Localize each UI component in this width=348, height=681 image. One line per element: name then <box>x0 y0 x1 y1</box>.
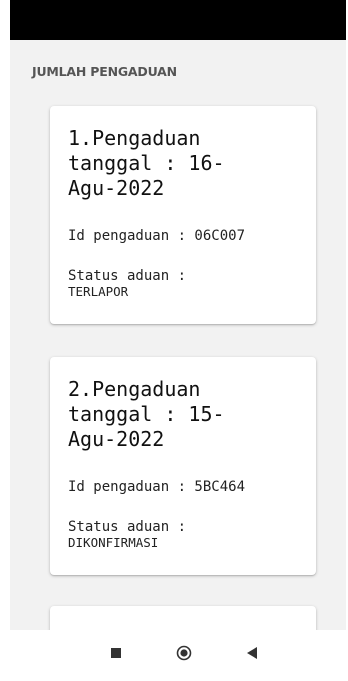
complaint-status-label: Status aduan : <box>68 268 187 284</box>
recent-apps-button[interactable] <box>106 643 126 663</box>
complaint-status-value: TERLAPOR <box>68 284 129 299</box>
complaint-id: Id pengaduan : 5BC464 <box>68 479 246 495</box>
complaint-status-value: DIKONFIRMASI <box>68 535 159 550</box>
complaint-card[interactable]: 2.Pengaduan tanggal : 15-Agu-2022 Id pen… <box>50 357 316 575</box>
status-bar <box>10 0 346 40</box>
complaint-list-screen: JUMLAH PENGADUAN 1.Pengaduan tanggal : 1… <box>10 40 346 630</box>
complaint-title: 2.Pengaduan tanggal : 15-Agu-2022 <box>68 377 225 451</box>
circle-icon <box>176 645 192 661</box>
complaint-title: 1.Pengaduan tanggal : 16-Agu-2022 <box>68 126 225 200</box>
complaint-status-label: Status aduan : <box>68 519 187 535</box>
home-button[interactable] <box>174 643 194 663</box>
triangle-back-icon <box>247 647 257 659</box>
complaint-card[interactable]: 1.Pengaduan tanggal : 16-Agu-2022 Id pen… <box>50 106 316 324</box>
back-button[interactable] <box>242 643 262 663</box>
complaint-card-partial[interactable] <box>50 606 316 630</box>
navigation-bar <box>10 630 346 681</box>
complaint-id: Id pengaduan : 06C007 <box>68 228 246 244</box>
square-icon <box>111 648 121 658</box>
section-title: JUMLAH PENGADUAN <box>32 64 177 79</box>
